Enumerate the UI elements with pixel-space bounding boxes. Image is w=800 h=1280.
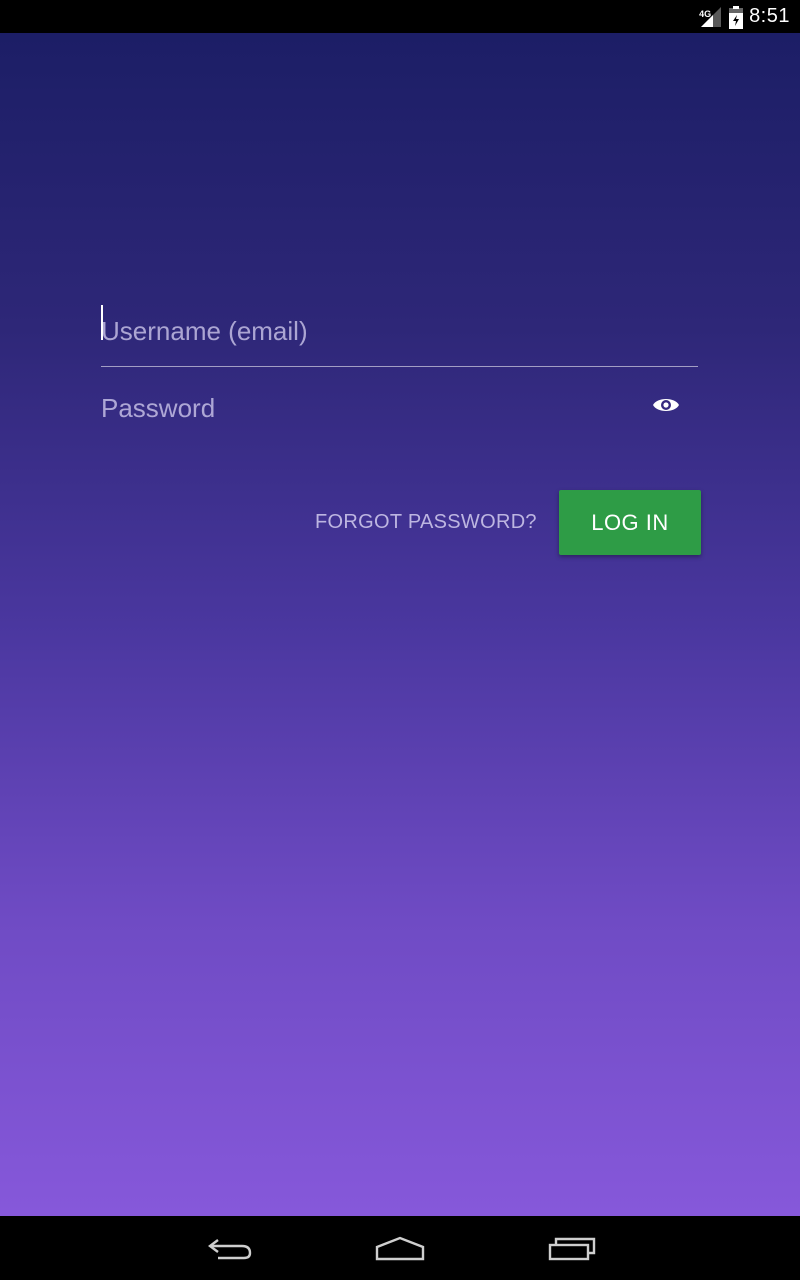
username-input[interactable] [101,293,698,357]
login-screen: FORGOT PASSWORD? LOG IN [0,33,800,1216]
home-icon[interactable] [374,1232,426,1264]
password-field-container [101,378,698,438]
eye-icon[interactable] [652,395,680,415]
login-button[interactable]: LOG IN [559,490,701,555]
back-icon[interactable] [204,1232,256,1264]
status-icons: 4G 8:51 [699,0,790,33]
forgot-password-link[interactable]: FORGOT PASSWORD? [315,511,537,534]
recents-icon[interactable] [546,1232,598,1264]
network-type-label: 4G [699,8,712,19]
clock: 8:51 [749,5,790,27]
status-bar: 4G 8:51 [0,0,800,33]
text-cursor [101,305,103,340]
battery-icon [729,5,744,29]
navigation-bar [0,1216,800,1280]
username-field-container [101,293,698,367]
password-input[interactable] [101,378,698,438]
signal-icon: 4G [699,5,723,29]
